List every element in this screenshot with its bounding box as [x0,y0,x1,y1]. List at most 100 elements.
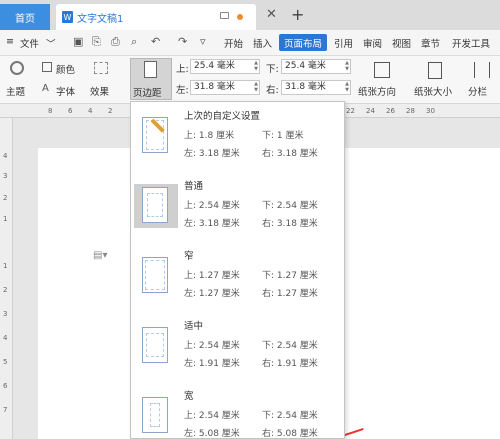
page-thumbnail-icon [142,187,168,223]
ruler-tick-label: 1 [3,215,8,223]
watermark-icon[interactable] [94,62,108,74]
menu-chapter[interactable]: 章节 [421,36,440,50]
ruler-tick-label: 30 [426,107,435,115]
menu-references[interactable]: 引用 [334,36,353,50]
right-margin-label: 右: [266,85,279,96]
margin-preset-name[interactable]: 窄 [184,248,194,262]
margin-preset-name[interactable]: 普通 [184,178,203,192]
print-preview-icon[interactable]: ⌕ [131,35,137,49]
margin-preset-right-value: 右: 1.91 厘米 [262,359,318,369]
writer-doc-icon: W [62,11,73,23]
margin-preset-right-value: 右: 1.27 厘米 [262,289,318,299]
paper-size-button[interactable]: 纸张大小 [414,84,452,98]
page-thumbnail-icon [142,327,168,363]
ruler-tick-label: 26 [386,107,395,115]
menu-developer[interactable]: 开发工具 [452,36,490,50]
top-margin-label: 上: [176,64,189,75]
ruler-tick-label: 3 [3,172,8,180]
font-button[interactable]: 字体 [56,84,75,98]
menu-start[interactable]: 开始 [224,36,243,50]
margin-preset-bottom-value: 下: 1.27 厘米 [262,271,318,281]
orientation-button[interactable]: 纸张方向 [358,84,396,98]
tab-home[interactable]: 首页 [0,4,50,30]
margin-preset-thumbnail[interactable] [134,114,178,158]
page-thumbnail-icon [142,257,168,293]
margin-preset-thumbnail[interactable] [134,254,178,298]
ruler-tick-label: 2 [3,286,8,294]
margin-preset-right-value: 右: 5.08 厘米 [262,429,318,439]
save-icon[interactable]: ▣ [73,35,83,48]
menu-page-layout[interactable]: 页面布局 [279,34,327,51]
color-button[interactable]: 颜色 [56,62,75,76]
ruler-tick-label: 1 [3,262,8,270]
columns-button[interactable]: 分栏 [468,84,487,98]
margin-preset-thumbnail[interactable] [134,324,178,368]
ruler-tick-label: 5 [3,358,8,366]
ruler-tick-label: 6 [68,107,73,115]
print-icon[interactable]: ⎙ [111,35,120,49]
ruler-tick-label: 6 [3,382,8,390]
margin-preset-top-value: 上: 1.8 厘米 [184,131,235,141]
margin-preset-top-value: 上: 2.54 厘米 [184,201,240,211]
ruler-tick-label: 4 [3,152,8,160]
ruler-tick-label: 2 [3,194,8,202]
margin-preset-name[interactable]: 上次的自定义设置 [184,108,260,122]
margin-preset-right-value: 右: 3.18 厘米 [262,149,318,159]
margins-icon [144,61,157,78]
color-icon [42,62,52,72]
margin-preset-name[interactable]: 宽 [184,388,194,402]
margin-preset-thumbnail[interactable] [134,394,178,438]
paste-options-icon[interactable]: ▤▾ [93,250,107,261]
left-margin-label: 左: [176,85,189,96]
ruler-tick-label: 22 [346,107,355,115]
ruler-tick-label: 2 [108,107,113,115]
theme-button[interactable]: 主题 [6,84,25,98]
top-margin-input[interactable]: 25.4 毫米 ▲ ▼ [190,59,260,74]
menu-view[interactable]: 视图 [392,36,411,50]
vertical-ruler[interactable] [0,118,13,439]
margins-label: 页边距 [133,88,162,99]
font-icon: A [42,83,49,94]
right-margin-input[interactable]: 31.8 毫米 ▲ ▼ [281,80,351,95]
menu-file[interactable]: 文件 [20,36,39,50]
bottom-margin-input[interactable]: 25.4 毫米 ▲ ▼ [281,59,351,74]
orientation-icon [374,62,390,78]
redo-icon[interactable]: ↷ [178,35,187,48]
ruler-tick-label: 4 [3,334,8,342]
monitor-icon[interactable] [220,12,229,19]
margin-preset-bottom-value: 下: 2.54 厘米 [262,411,318,421]
add-tab-icon[interactable]: + [291,5,304,24]
hamburger-icon[interactable]: ≡ [6,36,14,47]
tab-document-label: 文字文稿1 [77,13,124,25]
export-pdf-icon[interactable]: ⎘ [92,35,101,49]
effect-button[interactable]: 效果 [90,84,109,98]
ruler-tick-label: 3 [3,310,8,318]
margin-preset-bottom-value: 下: 2.54 厘米 [262,201,318,211]
page-thumbnail-icon [142,397,168,433]
margin-preset-name[interactable]: 适中 [184,318,203,332]
columns-icon [474,62,490,78]
ruler-tick-label: 8 [48,107,53,115]
margin-preset-top-value: 上: 1.27 厘米 [184,271,240,281]
ruler-tick-label: 24 [366,107,375,115]
theme-icon[interactable] [10,61,24,75]
ruler-tick-label: 7 [3,406,8,414]
margin-preset-bottom-value: 下: 1 厘米 [262,131,304,141]
margin-preset-left-value: 左: 5.08 厘米 [184,429,240,439]
margin-preset-left-value: 左: 3.18 厘米 [184,219,240,229]
margin-preset-left-value: 左: 3.18 厘米 [184,149,240,159]
left-margin-input[interactable]: 31.8 毫米 ▲ ▼ [190,80,260,95]
margin-preset-thumbnail[interactable] [134,184,178,228]
close-tab-icon[interactable]: ✕ [266,7,277,22]
undo-icon[interactable]: ↶ [151,35,160,48]
menu-insert[interactable]: 插入 [253,36,272,50]
quick-access-dropdown-icon[interactable]: ▿ [200,35,206,48]
margin-preset-bottom-value: 下: 2.54 厘米 [262,341,318,351]
menu-review[interactable]: 审阅 [363,36,382,50]
ruler-tick-label: 4 [88,107,93,115]
margin-preset-left-value: 左: 1.91 厘米 [184,359,240,369]
margin-preset-top-value: 上: 2.54 厘米 [184,411,240,421]
margin-preset-top-value: 上: 2.54 厘米 [184,341,240,351]
chevron-down-icon[interactable]: ﹀ [46,36,56,50]
margin-preset-left-value: 左: 1.27 厘米 [184,289,240,299]
